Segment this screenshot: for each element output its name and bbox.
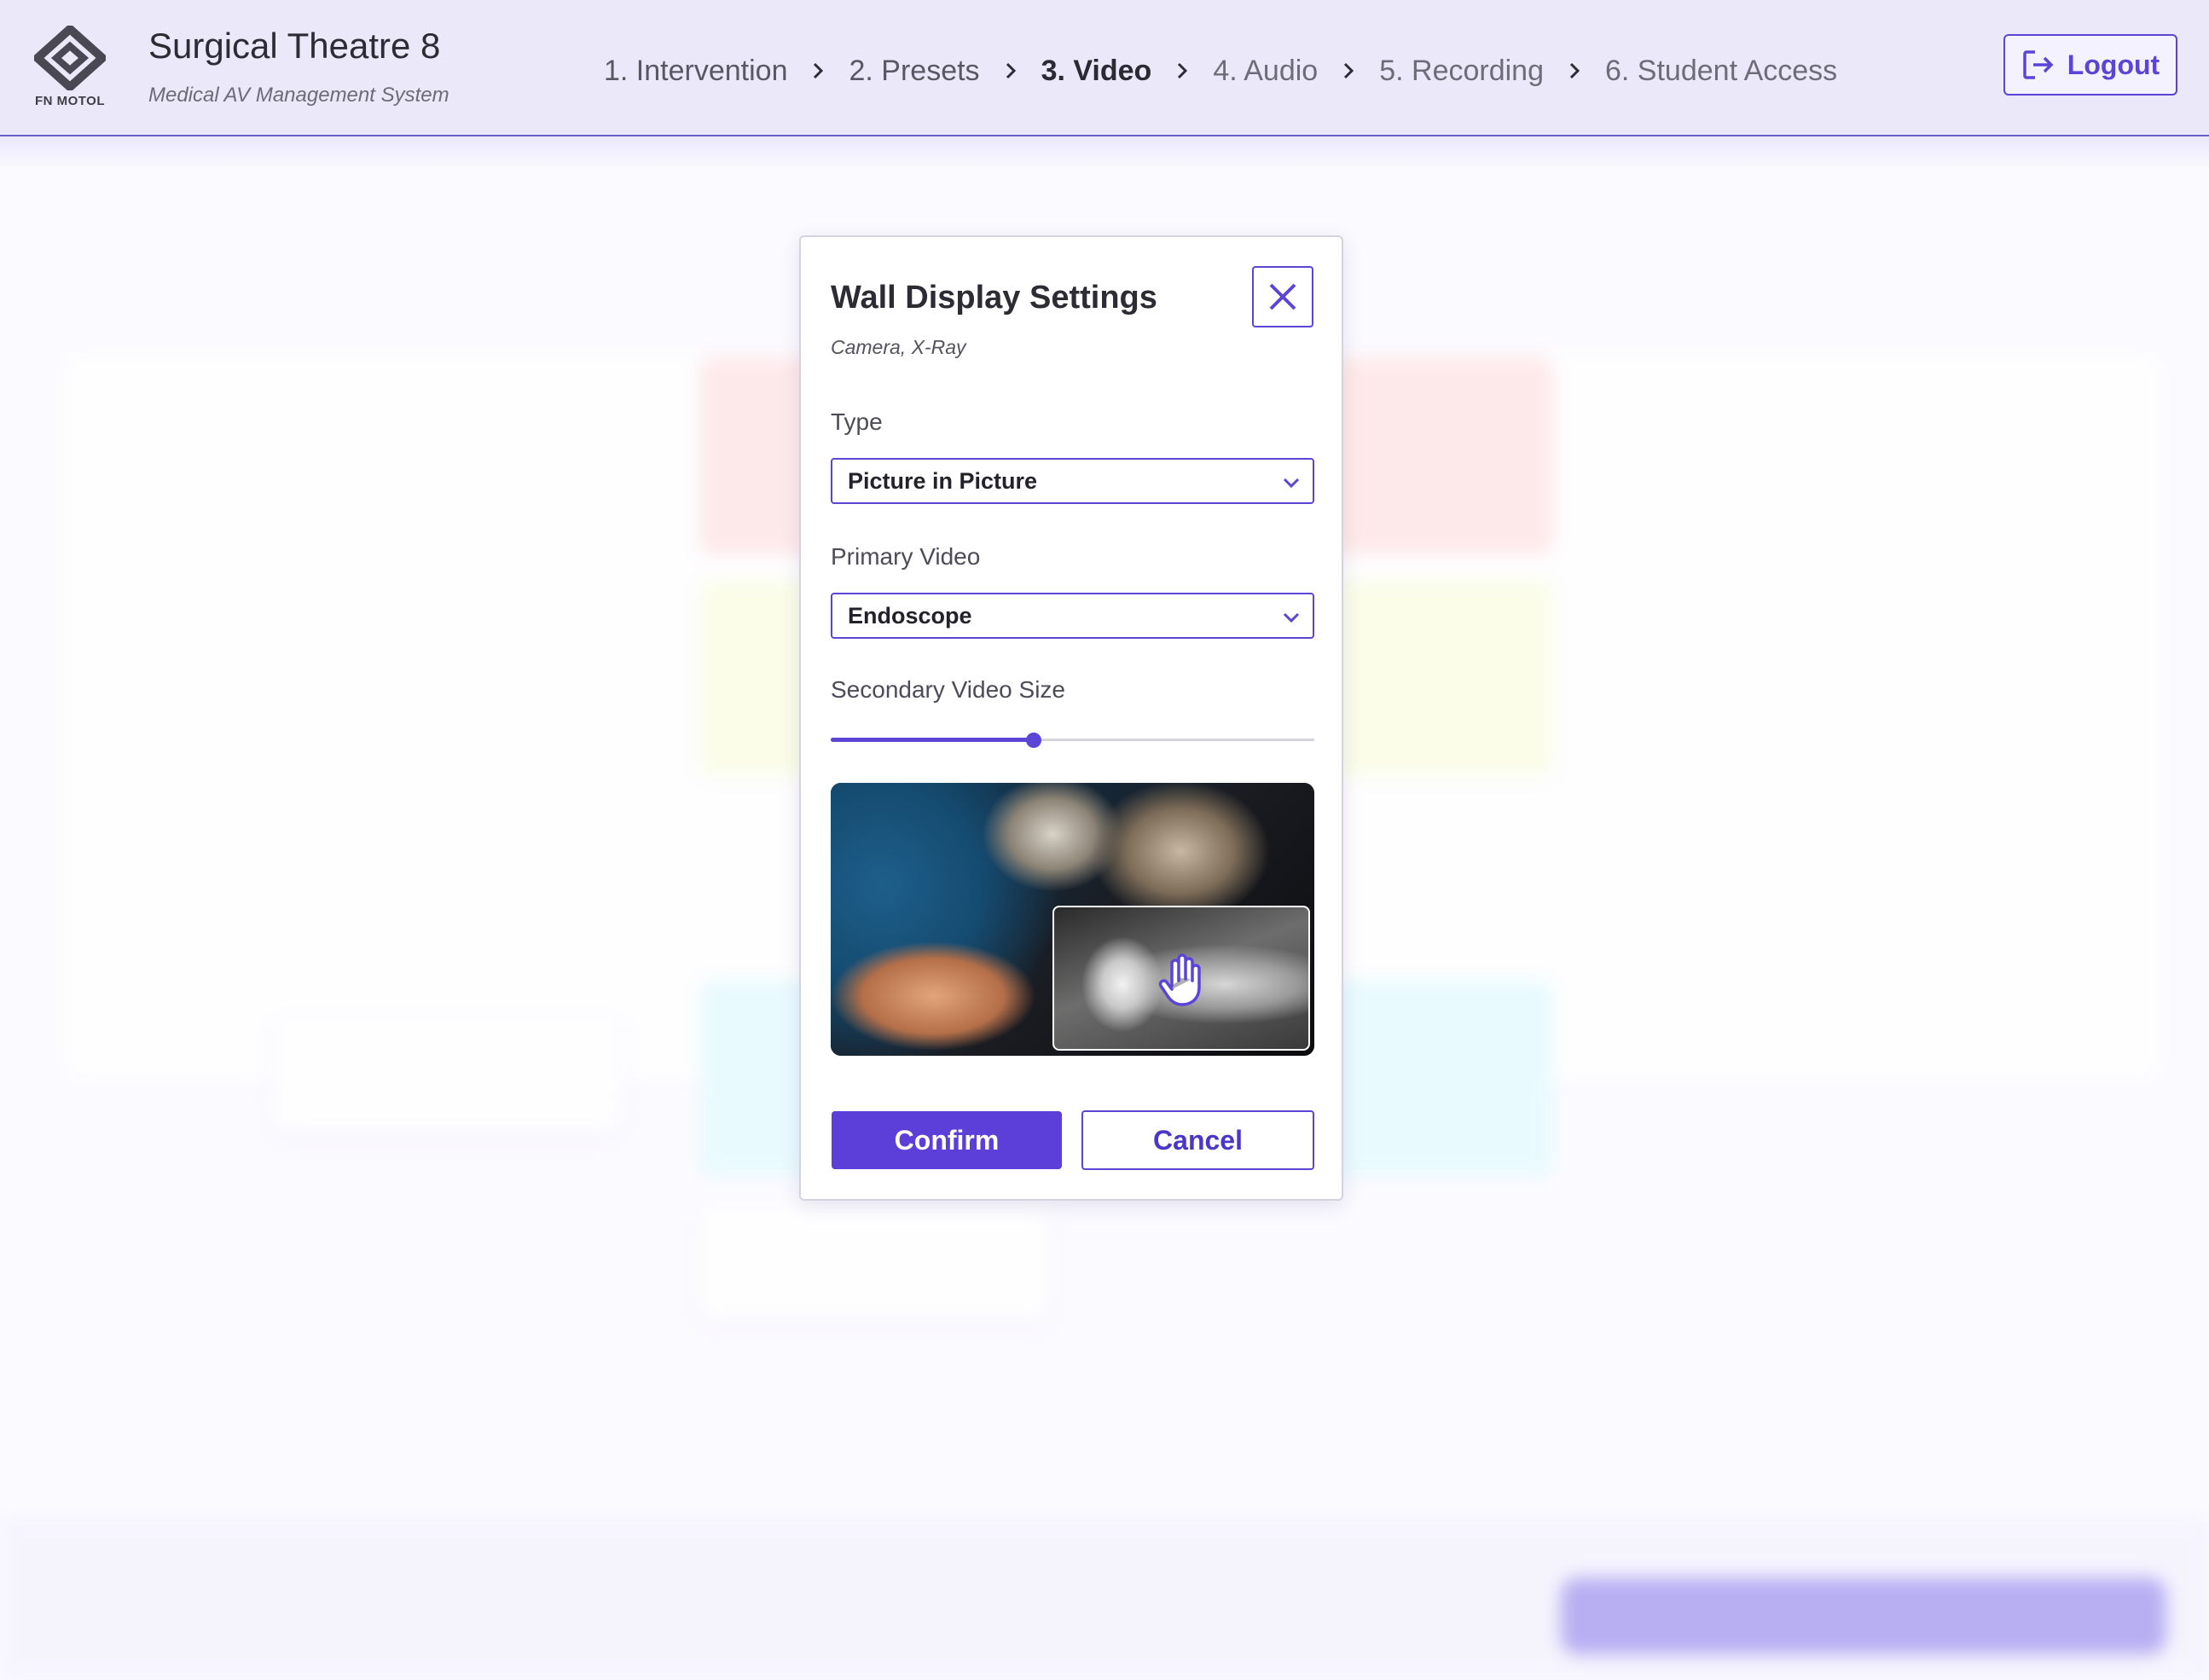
step-recording[interactable]: 5. Recording: [1379, 55, 1544, 88]
step-audio[interactable]: 4. Audio: [1213, 55, 1318, 88]
logout-button[interactable]: Logout: [2003, 34, 2177, 96]
logout-icon: [2023, 50, 2054, 79]
step-student-access[interactable]: 6. Student Access: [1605, 55, 1837, 88]
primary-video-select-value: Endoscope: [848, 602, 972, 629]
dialog-subtitle: Camera, X-Ray: [831, 336, 966, 358]
close-icon: [1269, 283, 1296, 310]
primary-video-select[interactable]: Endoscope: [831, 593, 1314, 639]
background-pill: [699, 1202, 1049, 1322]
chevron-right-icon: [1544, 49, 1605, 92]
chevron-right-icon: [980, 49, 1041, 92]
background-pill: [273, 1015, 623, 1134]
dialog-title: Wall Display Settings: [831, 280, 1157, 316]
chevron-right-icon: [1151, 49, 1213, 92]
type-label: Type: [831, 408, 883, 435]
wall-display-settings-dialog: Wall Display Settings Camera, X-Ray Type…: [799, 235, 1343, 1201]
chevron-down-icon: [1283, 612, 1300, 623]
close-button[interactable]: [1252, 266, 1313, 327]
type-select-value: Picture in Picture: [848, 467, 1038, 494]
step-intervention[interactable]: 1. Intervention: [604, 55, 787, 88]
cancel-button[interactable]: Cancel: [1081, 1110, 1314, 1170]
chevron-down-icon: [1283, 478, 1300, 489]
app-subtitle: Medical AV Management System: [148, 84, 449, 107]
step-presets[interactable]: 2. Presets: [849, 55, 979, 88]
chevron-right-icon: [787, 49, 849, 92]
hand-grab-icon: [1158, 953, 1201, 1006]
xray-pip-preview[interactable]: [1052, 906, 1310, 1051]
primary-video-label: Primary Video: [831, 543, 981, 570]
step-video[interactable]: 3. Video: [1041, 55, 1152, 88]
confirm-button[interactable]: Confirm: [832, 1111, 1062, 1169]
type-select[interactable]: Picture in Picture: [831, 458, 1314, 504]
background-button: [1561, 1578, 2166, 1654]
wall-display-preview: [831, 783, 1314, 1056]
logo-diamond-icon: [34, 26, 106, 90]
top-header: FN MOTOL Surgical Theatre 8 Medical AV M…: [0, 0, 2209, 171]
wizard-steps: 1. Intervention 2. Presets 3. Video 4. A…: [604, 49, 1837, 92]
secondary-video-size-slider[interactable]: [831, 730, 1314, 750]
logout-label: Logout: [2067, 49, 2160, 80]
fn-motol-logo: FN MOTOL: [29, 26, 111, 111]
slider-thumb[interactable]: [1026, 733, 1042, 748]
slider-fill: [831, 738, 1035, 742]
secondary-video-size-label: Secondary Video Size: [831, 676, 1065, 703]
app-title: Surgical Theatre 8: [148, 26, 441, 66]
chevron-right-icon: [1318, 49, 1379, 92]
logo-text: FN MOTOL: [34, 94, 106, 108]
